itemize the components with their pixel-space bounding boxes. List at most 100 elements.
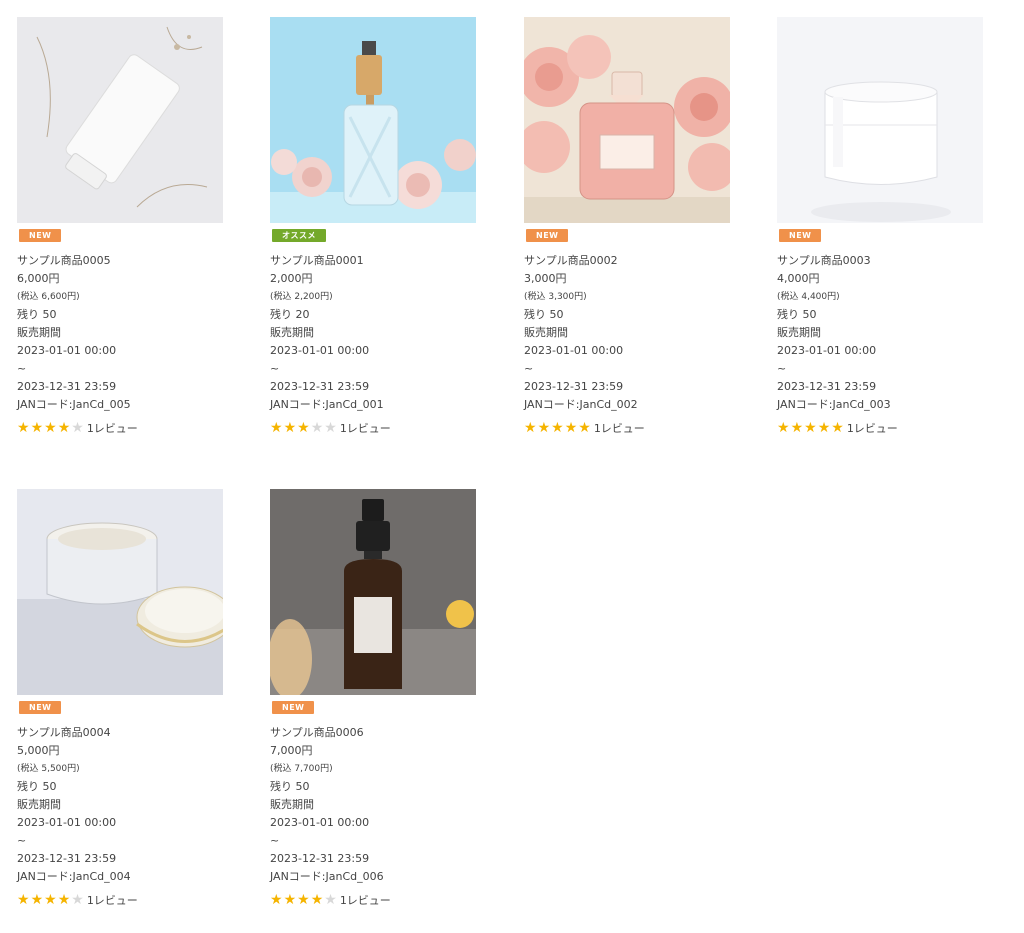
- jan-code: JANコード:JanCd_001: [270, 398, 384, 411]
- star-empty-icon: ★: [324, 892, 337, 908]
- product-stock: 残り 20: [270, 308, 310, 321]
- sale-period-end: 2023-12-31 23:59: [17, 852, 117, 865]
- product-card[interactable]: NEW サンプル商品0003 4,000円 (税込 4,400円) 残り 50 …: [777, 17, 983, 436]
- star-filled-icon: ★: [551, 420, 564, 436]
- star-filled-icon: ★: [310, 892, 324, 908]
- product-card[interactable]: NEW サンプル商品0005 6,000円 (税込 6,600円) 残り 50 …: [17, 17, 223, 436]
- product-price: 7,000円: [270, 744, 313, 757]
- product-info: サンプル商品0003 4,000円 (税込 4,400円) 残り 50 販売期間…: [777, 252, 983, 414]
- sale-period-start: 2023-01-01 00:00: [524, 344, 624, 357]
- sale-period-start: 2023-01-01 00:00: [17, 816, 117, 829]
- product-info: サンプル商品0005 6,000円 (税込 6,600円) 残り 50 販売期間…: [17, 252, 223, 414]
- product-price: 6,000円: [17, 272, 60, 285]
- sale-period-start: 2023-01-01 00:00: [17, 344, 117, 357]
- star-filled-icon: ★: [777, 420, 790, 436]
- spray-bottle-icon: [270, 17, 476, 223]
- product-name[interactable]: サンプル商品0001: [270, 252, 476, 270]
- rating: ★★★★★ 1レビュー: [17, 892, 223, 908]
- sale-period-label: 販売期間: [17, 326, 61, 339]
- rating: ★★★★★ 1レビュー: [270, 420, 476, 436]
- star-filled-icon: ★: [17, 420, 30, 436]
- jan-code: JANコード:JanCd_005: [17, 398, 131, 411]
- product-name[interactable]: サンプル商品0002: [524, 252, 730, 270]
- sale-period-start: 2023-01-01 00:00: [270, 344, 370, 357]
- product-tax-price: (税込 5,500円): [17, 764, 80, 774]
- open-cream-jar-icon: [17, 489, 223, 695]
- badge-new: NEW: [272, 701, 315, 714]
- product-price: 4,000円: [777, 272, 820, 285]
- review-count-link[interactable]: 1レビュー: [340, 420, 391, 436]
- star-filled-icon: ★: [57, 892, 71, 908]
- product-image[interactable]: [270, 17, 476, 223]
- perfume-bottle-icon: [524, 17, 730, 223]
- product-image[interactable]: [17, 17, 223, 223]
- product-image[interactable]: [17, 489, 223, 695]
- product-card[interactable]: オススメ サンプル商品0001 2,000円 (税込 2,200円) 残り 20…: [270, 17, 476, 436]
- product-name[interactable]: サンプル商品0006: [270, 724, 476, 742]
- star-filled-icon: ★: [578, 420, 591, 436]
- review-count-link[interactable]: 1レビュー: [847, 420, 898, 436]
- star-filled-icon: ★: [270, 892, 283, 908]
- star-filled-icon: ★: [283, 892, 297, 908]
- star-empty-icon: ★: [324, 420, 337, 436]
- rating: ★★★★★ 1レビュー: [270, 892, 476, 908]
- review-count-link[interactable]: 1レビュー: [594, 420, 645, 436]
- star-filled-icon: ★: [283, 420, 297, 436]
- product-stock: 残り 50: [17, 780, 57, 793]
- product-image[interactable]: [524, 17, 730, 223]
- star-filled-icon: ★: [790, 420, 804, 436]
- badge-new: NEW: [19, 701, 62, 714]
- tube-icon: [17, 17, 223, 223]
- star-filled-icon: ★: [817, 420, 831, 436]
- review-count-link[interactable]: 1レビュー: [87, 892, 138, 908]
- sale-period-end: 2023-12-31 23:59: [17, 380, 117, 393]
- badge-new: NEW: [19, 229, 62, 242]
- rating: ★★★★★ 1レビュー: [524, 420, 730, 436]
- star-filled-icon: ★: [30, 420, 44, 436]
- product-card[interactable]: NEW サンプル商品0002 3,000円 (税込 3,300円) 残り 50 …: [524, 17, 730, 436]
- amber-spray-bottle-icon: [270, 489, 476, 695]
- rating-stars: ★★★★★: [524, 421, 592, 435]
- star-empty-icon: ★: [71, 892, 84, 908]
- product-tax-price: (税込 3,300円): [524, 292, 587, 302]
- product-card[interactable]: NEW サンプル商品0006 7,000円 (税込 7,700円) 残り 50 …: [270, 489, 476, 908]
- sale-period-label: 販売期間: [270, 326, 314, 339]
- product-price: 2,000円: [270, 272, 313, 285]
- sale-period-end: 2023-12-31 23:59: [270, 852, 370, 865]
- star-filled-icon: ★: [524, 420, 537, 436]
- product-name[interactable]: サンプル商品0003: [777, 252, 983, 270]
- product-card[interactable]: NEW サンプル商品0004 5,000円 (税込 5,500円) 残り 50 …: [17, 489, 223, 908]
- product-price: 5,000円: [17, 744, 60, 757]
- review-count-link[interactable]: 1レビュー: [340, 892, 391, 908]
- star-filled-icon: ★: [297, 420, 310, 436]
- product-tax-price: (税込 7,700円): [270, 764, 333, 774]
- sale-period-label: 販売期間: [524, 326, 568, 339]
- jan-code: JANコード:JanCd_003: [777, 398, 891, 411]
- product-stock: 残り 50: [524, 308, 564, 321]
- star-empty-icon: ★: [71, 420, 84, 436]
- sale-period-start: 2023-01-01 00:00: [777, 344, 877, 357]
- rating-stars: ★★★★★: [17, 893, 85, 907]
- product-grid: NEW サンプル商品0005 6,000円 (税込 6,600円) 残り 50 …: [0, 0, 1024, 933]
- badge-new: NEW: [779, 229, 822, 242]
- sale-period-end: 2023-12-31 23:59: [777, 380, 877, 393]
- star-filled-icon: ★: [537, 420, 551, 436]
- product-name[interactable]: サンプル商品0004: [17, 724, 223, 742]
- sale-period-label: 販売期間: [17, 798, 61, 811]
- review-count-link[interactable]: 1レビュー: [87, 420, 138, 436]
- star-filled-icon: ★: [270, 420, 283, 436]
- product-image[interactable]: [777, 17, 983, 223]
- jan-code: JANコード:JanCd_002: [524, 398, 638, 411]
- sale-period-separator: ~: [17, 362, 27, 375]
- product-info: サンプル商品0006 7,000円 (税込 7,700円) 残り 50 販売期間…: [270, 724, 476, 886]
- jan-code: JANコード:JanCd_004: [17, 870, 131, 883]
- product-image[interactable]: [270, 489, 476, 695]
- star-filled-icon: ★: [30, 892, 44, 908]
- badge-recommend: オススメ: [272, 229, 326, 242]
- sale-period-separator: ~: [17, 834, 27, 847]
- product-tax-price: (税込 4,400円): [777, 292, 840, 302]
- star-filled-icon: ★: [44, 420, 57, 436]
- product-name[interactable]: サンプル商品0005: [17, 252, 223, 270]
- sale-period-label: 販売期間: [270, 798, 314, 811]
- badge-new: NEW: [526, 229, 569, 242]
